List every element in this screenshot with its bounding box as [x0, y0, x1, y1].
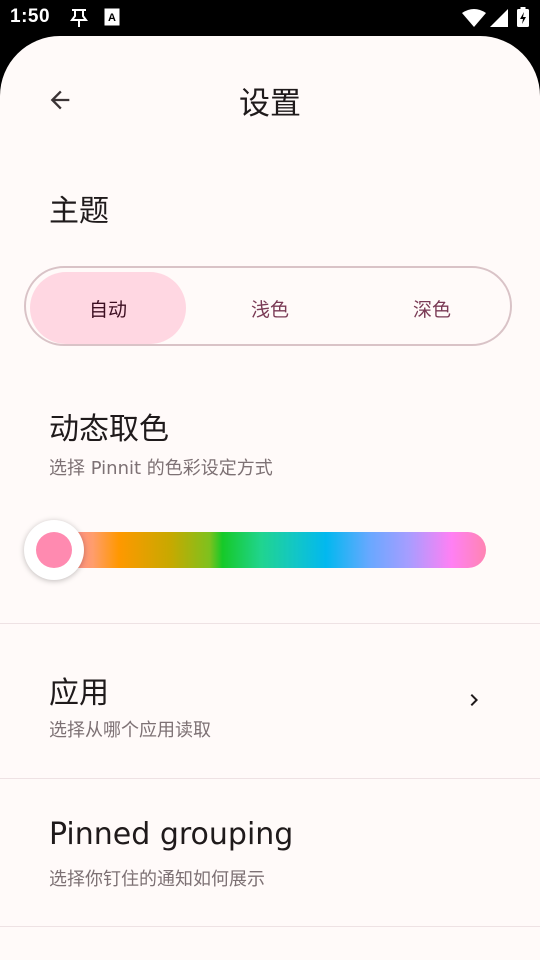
theme-option-auto[interactable]: 自动: [30, 272, 186, 344]
status-time: 1:50: [10, 6, 51, 27]
cell-signal-icon: [490, 9, 508, 31]
pinned-grouping-subtitle: 选择你钉住的通知如何展示: [49, 869, 265, 890]
theme-option-light[interactable]: 浅色: [192, 272, 348, 344]
apps-list-item[interactable]: 应用 选择从哪个应用读取: [0, 624, 540, 777]
keyboard-a-icon: A: [104, 8, 120, 30]
theme-option-dark[interactable]: 深色: [354, 272, 510, 344]
wifi-icon: [462, 9, 486, 31]
pin-notification-icon: [70, 8, 88, 32]
chevron-right-icon: [470, 694, 478, 706]
theme-section-title: 主题: [49, 194, 109, 229]
hue-slider-track[interactable]: [54, 532, 486, 568]
pinned-grouping-list-item[interactable]: Pinned grouping 选择你钉住的通知如何展示: [0, 779, 540, 925]
dynamic-color-title: 动态取色: [49, 412, 169, 447]
status-bar: 1:50 A: [0, 0, 540, 36]
pinned-grouping-title: Pinned grouping: [49, 817, 294, 852]
page-title: 设置: [239, 86, 301, 122]
top-app-bar: 设置: [0, 36, 540, 156]
battery-icon: [517, 7, 529, 31]
hue-slider[interactable]: [24, 520, 494, 580]
apps-item-subtitle: 选择从哪个应用读取: [49, 720, 211, 741]
screen: 1:50 A 设置 主题 自动 浅色 深色 动态取色 选择 Pinnit 的色彩…: [0, 0, 540, 960]
svg-text:A: A: [108, 12, 116, 24]
settings-sheet: 设置 主题 自动 浅色 深色 动态取色 选择 Pinnit 的色彩设定方式 应用…: [0, 36, 540, 960]
selected-color-swatch: [36, 532, 72, 568]
hue-slider-thumb[interactable]: [24, 520, 84, 580]
apps-item-title: 应用: [49, 676, 109, 711]
theme-segmented-control: 自动 浅色 深色: [24, 266, 512, 346]
dynamic-color-subtitle: 选择 Pinnit 的色彩设定方式: [49, 458, 273, 479]
divider: [0, 926, 540, 927]
